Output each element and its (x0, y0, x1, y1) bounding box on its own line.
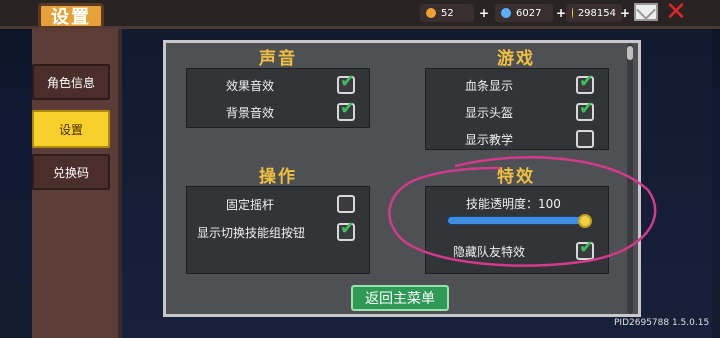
game-screen: 设置 52 + 6027 + 298154 + ✕ 角色信息 设置 兑换码 声音… (0, 0, 720, 338)
highlight-circle (388, 156, 657, 267)
hand-drawn-annotation (388, 156, 657, 267)
